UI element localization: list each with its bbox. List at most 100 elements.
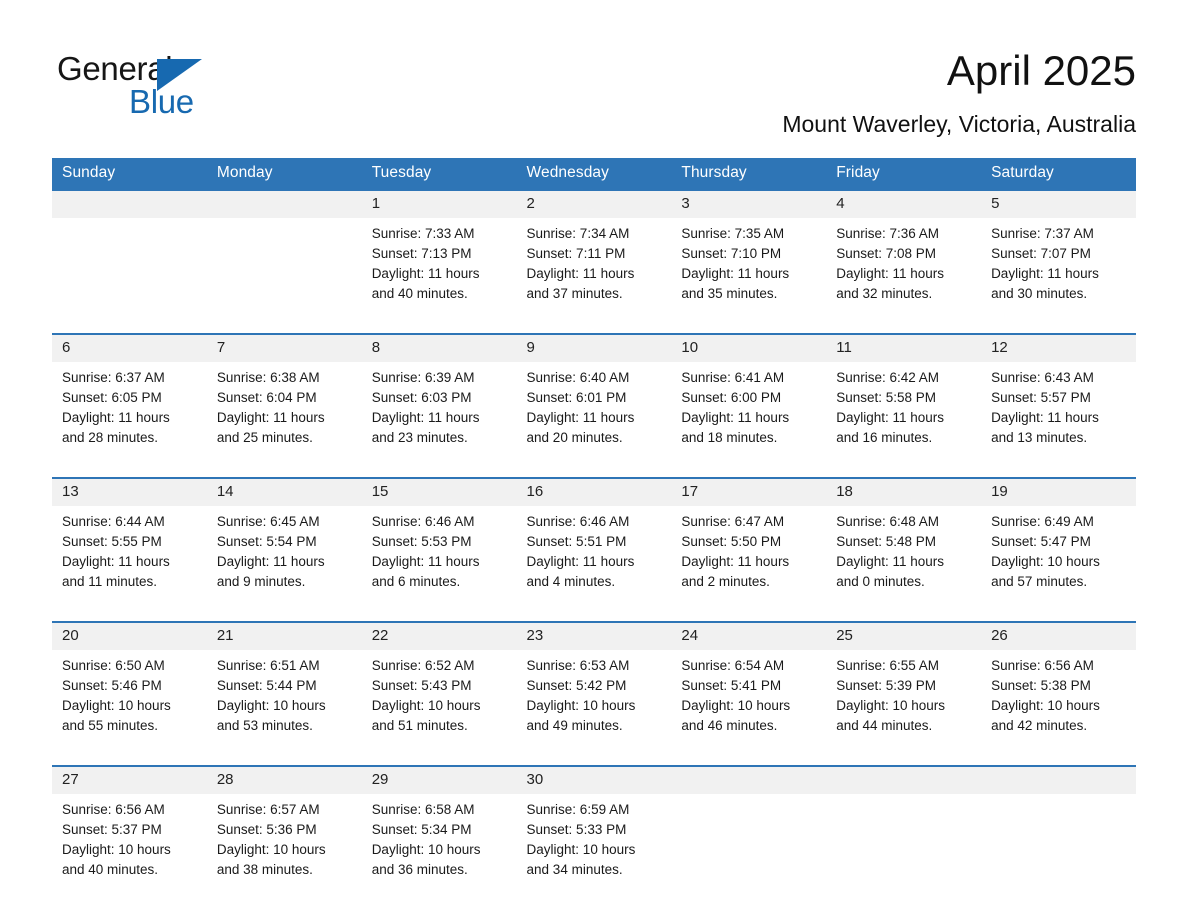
daylight-text: and 13 minutes.: [991, 430, 1088, 445]
day-cell[interactable]: Sunrise: 6:47 AM Sunset: 5:50 PM Daylight:…: [671, 506, 827, 604]
day-number[interactable]: 27: [52, 767, 207, 794]
daylight-text: and 11 minutes.: [62, 574, 158, 589]
day-number[interactable]: 11: [826, 335, 982, 362]
day-cell[interactable]: Sunrise: 6:50 AM Sunset: 5:46 PM Daylight:…: [52, 650, 207, 748]
day-cell[interactable]: Sunrise: 6:46 AM Sunset: 5:53 PM Daylight:…: [361, 506, 517, 604]
daylight-text: Daylight: 11 hours: [681, 554, 790, 569]
day-number[interactable]: 14: [206, 479, 362, 506]
day-number[interactable]: 7: [206, 335, 362, 362]
day-cell[interactable]: Sunrise: 6:38 AM Sunset: 6:04 PM Daylight:…: [206, 362, 362, 460]
daylight-text: Daylight: 11 hours: [836, 266, 945, 281]
daylight-text: Daylight: 10 hours: [62, 698, 171, 713]
page-title: April 2025: [946, 47, 1136, 94]
day-detail-row: Sunrise: 7:33 AM Sunset: 7:13 PM Daylight:…: [52, 218, 1136, 316]
day-number[interactable]: 5: [981, 191, 1136, 218]
week-gap-cell: [52, 460, 1136, 477]
sunset-text: Sunset: 7:10 PM: [681, 246, 782, 261]
page-header: General Blue April 2025 Mount Waverley, …: [0, 0, 1188, 137]
day-number-empty: [206, 191, 362, 218]
day-number[interactable]: 13: [52, 479, 207, 506]
sunset-text: Sunset: 5:57 PM: [991, 390, 1091, 405]
sunset-text: Sunset: 5:36 PM: [216, 822, 317, 837]
day-number[interactable]: 25: [826, 623, 982, 650]
day-cell[interactable]: Sunrise: 6:46 AM Sunset: 5:51 PM Daylight:…: [516, 506, 672, 604]
day-number[interactable]: 22: [361, 623, 517, 650]
sunrise-text: Sunrise: 6:40 AM: [526, 370, 630, 385]
sunrise-text: Sunrise: 6:47 AM: [681, 514, 785, 529]
day-number[interactable]: 29: [361, 767, 517, 794]
day-number[interactable]: 20: [52, 623, 207, 650]
sunrise-text: Sunrise: 6:39 AM: [371, 370, 475, 385]
day-cell[interactable]: Sunrise: 6:56 AM Sunset: 5:37 PM Daylight:…: [52, 794, 207, 892]
sunset-text: Sunset: 6:05 PM: [62, 390, 162, 405]
day-number[interactable]: 23: [516, 623, 672, 650]
day-number[interactable]: 10: [671, 335, 827, 362]
daylight-text: and 42 minutes.: [991, 718, 1088, 733]
sunset-text: Sunset: 5:33 PM: [526, 822, 627, 837]
weekday-header-sunday: Sunday: [52, 158, 207, 189]
day-number[interactable]: 4: [826, 191, 982, 218]
day-cell[interactable]: Sunrise: 7:35 AM Sunset: 7:10 PM Daylight:…: [671, 218, 827, 316]
day-cell[interactable]: Sunrise: 6:44 AM Sunset: 5:55 PM Daylight:…: [52, 506, 207, 604]
day-cell[interactable]: Sunrise: 6:59 AM Sunset: 5:33 PM Daylight:…: [516, 794, 672, 892]
sunrise-text: Sunrise: 6:43 AM: [991, 370, 1094, 385]
day-number[interactable]: 1: [361, 191, 517, 218]
day-cell[interactable]: Sunrise: 6:58 AM Sunset: 5:34 PM Daylight:…: [361, 794, 517, 892]
day-number[interactable]: 15: [361, 479, 517, 506]
sunrise-text: Sunrise: 6:59 AM: [526, 802, 630, 817]
daylight-text: Daylight: 11 hours: [836, 410, 945, 425]
day-cell[interactable]: Sunrise: 6:54 AM Sunset: 5:41 PM Daylight:…: [671, 650, 827, 748]
day-cell[interactable]: Sunrise: 6:45 AM Sunset: 5:54 PM Daylight:…: [206, 506, 362, 604]
daylight-text: and 55 minutes.: [62, 718, 159, 733]
day-cell[interactable]: Sunrise: 6:39 AM Sunset: 6:03 PM Daylight:…: [361, 362, 517, 460]
day-number[interactable]: 12: [981, 335, 1136, 362]
day-number[interactable]: 6: [52, 335, 207, 362]
day-number[interactable]: 26: [981, 623, 1136, 650]
day-number[interactable]: 3: [671, 191, 827, 218]
day-cell[interactable]: Sunrise: 6:56 AM Sunset: 5:38 PM Daylight:…: [981, 650, 1136, 748]
day-cell[interactable]: Sunrise: 6:55 AM Sunset: 5:39 PM Daylight:…: [826, 650, 982, 748]
day-cell-empty: [671, 794, 827, 892]
sunrise-text: Sunrise: 6:44 AM: [62, 514, 165, 529]
daylight-text: Daylight: 11 hours: [526, 266, 635, 281]
daylight-text: and 46 minutes.: [681, 718, 778, 733]
sunset-text: Sunset: 5:50 PM: [681, 534, 782, 549]
day-number[interactable]: 9: [516, 335, 672, 362]
daylight-text: and 40 minutes.: [371, 286, 468, 301]
calendar-container: Sunday Monday Tuesday Wednesday Thursday Frid…: [52, 158, 1136, 892]
daylight-text: Daylight: 10 hours: [371, 698, 481, 713]
day-number[interactable]: 8: [361, 335, 517, 362]
day-cell[interactable]: Sunrise: 6:37 AM Sunset: 6:05 PM Daylight:…: [52, 362, 207, 460]
day-cell[interactable]: Sunrise: 7:37 AM Sunset: 7:07 PM Daylight:…: [981, 218, 1136, 316]
daylight-text: and 40 minutes.: [62, 862, 159, 877]
day-cell[interactable]: Sunrise: 6:57 AM Sunset: 5:36 PM Daylight:…: [206, 794, 362, 892]
day-cell[interactable]: Sunrise: 6:53 AM Sunset: 5:42 PM Daylight:…: [516, 650, 672, 748]
day-number[interactable]: 2: [516, 191, 672, 218]
daylight-text: Daylight: 10 hours: [836, 698, 946, 713]
day-cell[interactable]: Sunrise: 7:34 AM Sunset: 7:11 PM Daylight:…: [516, 218, 672, 316]
day-number[interactable]: 17: [671, 479, 827, 506]
daylight-text: Daylight: 10 hours: [371, 842, 481, 857]
day-number[interactable]: 30: [516, 767, 672, 794]
day-cell[interactable]: Sunrise: 6:48 AM Sunset: 5:48 PM Daylight:…: [826, 506, 982, 604]
day-cell[interactable]: Sunrise: 6:43 AM Sunset: 5:57 PM Daylight:…: [981, 362, 1136, 460]
day-number[interactable]: 24: [671, 623, 827, 650]
day-cell[interactable]: Sunrise: 6:51 AM Sunset: 5:44 PM Daylight:…: [206, 650, 362, 748]
day-number[interactable]: 28: [206, 767, 362, 794]
sunrise-text: Sunrise: 6:46 AM: [526, 514, 630, 529]
day-number[interactable]: 19: [981, 479, 1136, 506]
day-cell[interactable]: Sunrise: 7:33 AM Sunset: 7:13 PM Daylight:…: [361, 218, 517, 316]
day-number[interactable]: 16: [516, 479, 672, 506]
day-cell[interactable]: Sunrise: 6:41 AM Sunset: 6:00 PM Daylight:…: [671, 362, 827, 460]
daylight-text: and 9 minutes.: [216, 574, 306, 589]
general-blue-logo[interactable]: General Blue: [57, 52, 257, 120]
day-cell[interactable]: Sunrise: 6:40 AM Sunset: 6:01 PM Daylight:…: [516, 362, 672, 460]
day-cell[interactable]: Sunrise: 6:49 AM Sunset: 5:47 PM Daylight:…: [981, 506, 1136, 604]
day-cell[interactable]: Sunrise: 6:52 AM Sunset: 5:43 PM Daylight:…: [361, 650, 517, 748]
day-number-row: 20 21 22 23 24 25 26: [52, 623, 1136, 650]
day-number[interactable]: 18: [826, 479, 982, 506]
daylight-text: and 20 minutes.: [526, 430, 623, 445]
day-cell[interactable]: Sunrise: 7:36 AM Sunset: 7:08 PM Daylight:…: [826, 218, 982, 316]
day-number[interactable]: 21: [206, 623, 362, 650]
day-cell[interactable]: Sunrise: 6:42 AM Sunset: 5:58 PM Daylight:…: [826, 362, 982, 460]
